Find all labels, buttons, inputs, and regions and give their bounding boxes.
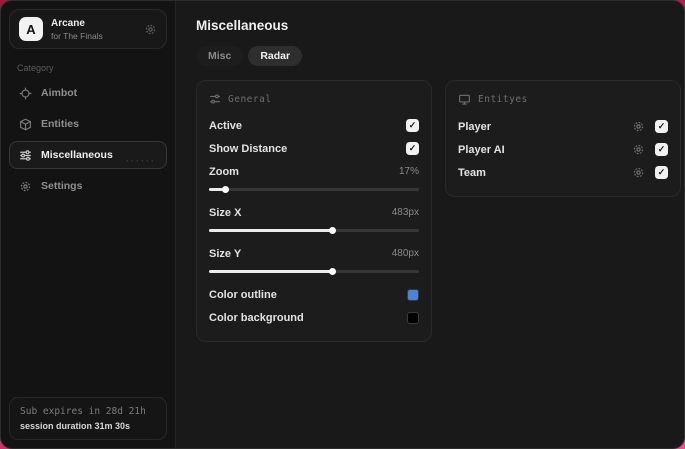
category-label: Category bbox=[17, 63, 54, 73]
size-y-value: 480px bbox=[391, 248, 419, 259]
sub-expires-text: Sub expires in 28d 21h bbox=[20, 406, 146, 417]
sidebar-item-miscellaneous[interactable]: Miscellaneous ······ bbox=[9, 141, 167, 169]
show-distance-checkbox[interactable]: ✓ bbox=[406, 142, 419, 155]
decorative-dots: ······ bbox=[126, 156, 156, 166]
size-x-slider[interactable] bbox=[209, 226, 419, 235]
sidebar-item-label: Entities bbox=[41, 118, 79, 130]
main-content: Miscellaneous Misc Radar General Active … bbox=[176, 1, 684, 448]
tab-radar[interactable]: Radar bbox=[248, 46, 303, 66]
app-subtitle: for The Finals bbox=[51, 30, 103, 41]
gear-icon[interactable] bbox=[144, 23, 157, 36]
entity-row-player-ai: Player AI ✓ bbox=[458, 138, 668, 161]
monitor-icon bbox=[458, 93, 471, 106]
entity-controls: ✓ bbox=[632, 120, 668, 133]
setting-row-active: Active ✓ bbox=[209, 114, 419, 137]
crosshair-icon bbox=[19, 87, 32, 100]
sidebar-item-aimbot[interactable]: Aimbot bbox=[9, 79, 167, 107]
entity-label: Player AI bbox=[458, 143, 505, 156]
sliders-icon bbox=[19, 149, 32, 162]
entity-controls: ✓ bbox=[632, 143, 668, 156]
app-header-card: A Arcane for The Finals bbox=[9, 9, 167, 49]
entity-controls: ✓ bbox=[632, 166, 668, 179]
sidebar: A Arcane for The Finals Category Aimbot bbox=[1, 1, 176, 448]
setting-row-zoom: Zoom 17% bbox=[209, 160, 419, 183]
session-duration-text: session duration 31m 30s bbox=[20, 421, 131, 431]
team-checkbox[interactable]: ✓ bbox=[655, 166, 668, 179]
slider-track bbox=[209, 188, 419, 191]
sidebar-item-label: Miscellaneous bbox=[41, 149, 113, 161]
general-panel: General Active ✓ Show Distance ✓ Zoom 17… bbox=[196, 80, 432, 342]
entity-label: Player bbox=[458, 120, 492, 133]
sidebar-item-settings[interactable]: Settings bbox=[9, 172, 167, 200]
player-checkbox[interactable]: ✓ bbox=[655, 120, 668, 133]
gear-icon[interactable] bbox=[632, 143, 645, 156]
tab-bar: Misc Radar bbox=[196, 46, 681, 66]
setting-row-show-distance: Show Distance ✓ bbox=[209, 137, 419, 160]
setting-label: Color background bbox=[209, 311, 304, 324]
page-title: Miscellaneous bbox=[196, 18, 289, 33]
player-ai-checkbox[interactable]: ✓ bbox=[655, 143, 668, 156]
app-window: A Arcane for The Finals Category Aimbot bbox=[0, 0, 685, 449]
setting-row-color-background: Color background bbox=[209, 306, 419, 329]
color-background-swatch[interactable] bbox=[407, 311, 419, 324]
entities-icon bbox=[19, 118, 32, 131]
gear-icon bbox=[19, 180, 32, 193]
gear-icon[interactable] bbox=[632, 120, 645, 133]
sidebar-item-label: Aimbot bbox=[41, 87, 78, 99]
panels-row: General Active ✓ Show Distance ✓ Zoom 17… bbox=[196, 80, 681, 342]
color-outline-swatch[interactable] bbox=[407, 288, 419, 301]
size-y-slider[interactable] bbox=[209, 267, 419, 276]
setting-label: Size X bbox=[209, 206, 242, 219]
app-logo: A bbox=[19, 17, 43, 41]
size-x-value: 483px bbox=[391, 207, 419, 218]
setting-label: Color outline bbox=[209, 288, 277, 301]
setting-row-size-x: Size X 483px bbox=[209, 201, 419, 224]
sidebar-item-label: Settings bbox=[41, 180, 83, 192]
general-panel-title: General bbox=[228, 93, 272, 105]
entity-label: Team bbox=[458, 166, 486, 179]
zoom-value: 17% bbox=[398, 166, 419, 177]
entities-panel: Entityes Player ✓ Player AI ✓ Team ✓ bbox=[445, 80, 681, 197]
zoom-slider[interactable] bbox=[209, 185, 419, 194]
app-titles: Arcane for The Finals bbox=[51, 18, 103, 41]
slider-fill bbox=[209, 186, 229, 193]
slider-fill bbox=[209, 268, 336, 275]
general-panel-header: General bbox=[209, 93, 419, 105]
active-checkbox[interactable]: ✓ bbox=[406, 119, 419, 132]
slider-fill bbox=[209, 227, 336, 234]
subscription-info-card: Sub expires in 28d 21h session duration … bbox=[9, 397, 167, 440]
setting-label: Size Y bbox=[209, 247, 242, 260]
gear-icon[interactable] bbox=[632, 166, 645, 179]
app-name: Arcane bbox=[51, 17, 85, 29]
entities-panel-header: Entityes bbox=[458, 93, 668, 106]
setting-label: Zoom bbox=[209, 165, 239, 178]
setting-row-color-outline: Color outline bbox=[209, 283, 419, 306]
setting-row-size-y: Size Y 480px bbox=[209, 242, 419, 265]
sidebar-item-entities[interactable]: Entities bbox=[9, 110, 167, 138]
entities-panel-title: Entityes bbox=[478, 94, 528, 105]
entity-row-player: Player ✓ bbox=[458, 115, 668, 138]
entity-row-team: Team ✓ bbox=[458, 161, 668, 184]
tab-misc[interactable]: Misc bbox=[196, 46, 244, 66]
setting-label: Show Distance bbox=[209, 142, 288, 155]
sliders-icon bbox=[209, 93, 221, 105]
setting-label: Active bbox=[209, 119, 243, 132]
